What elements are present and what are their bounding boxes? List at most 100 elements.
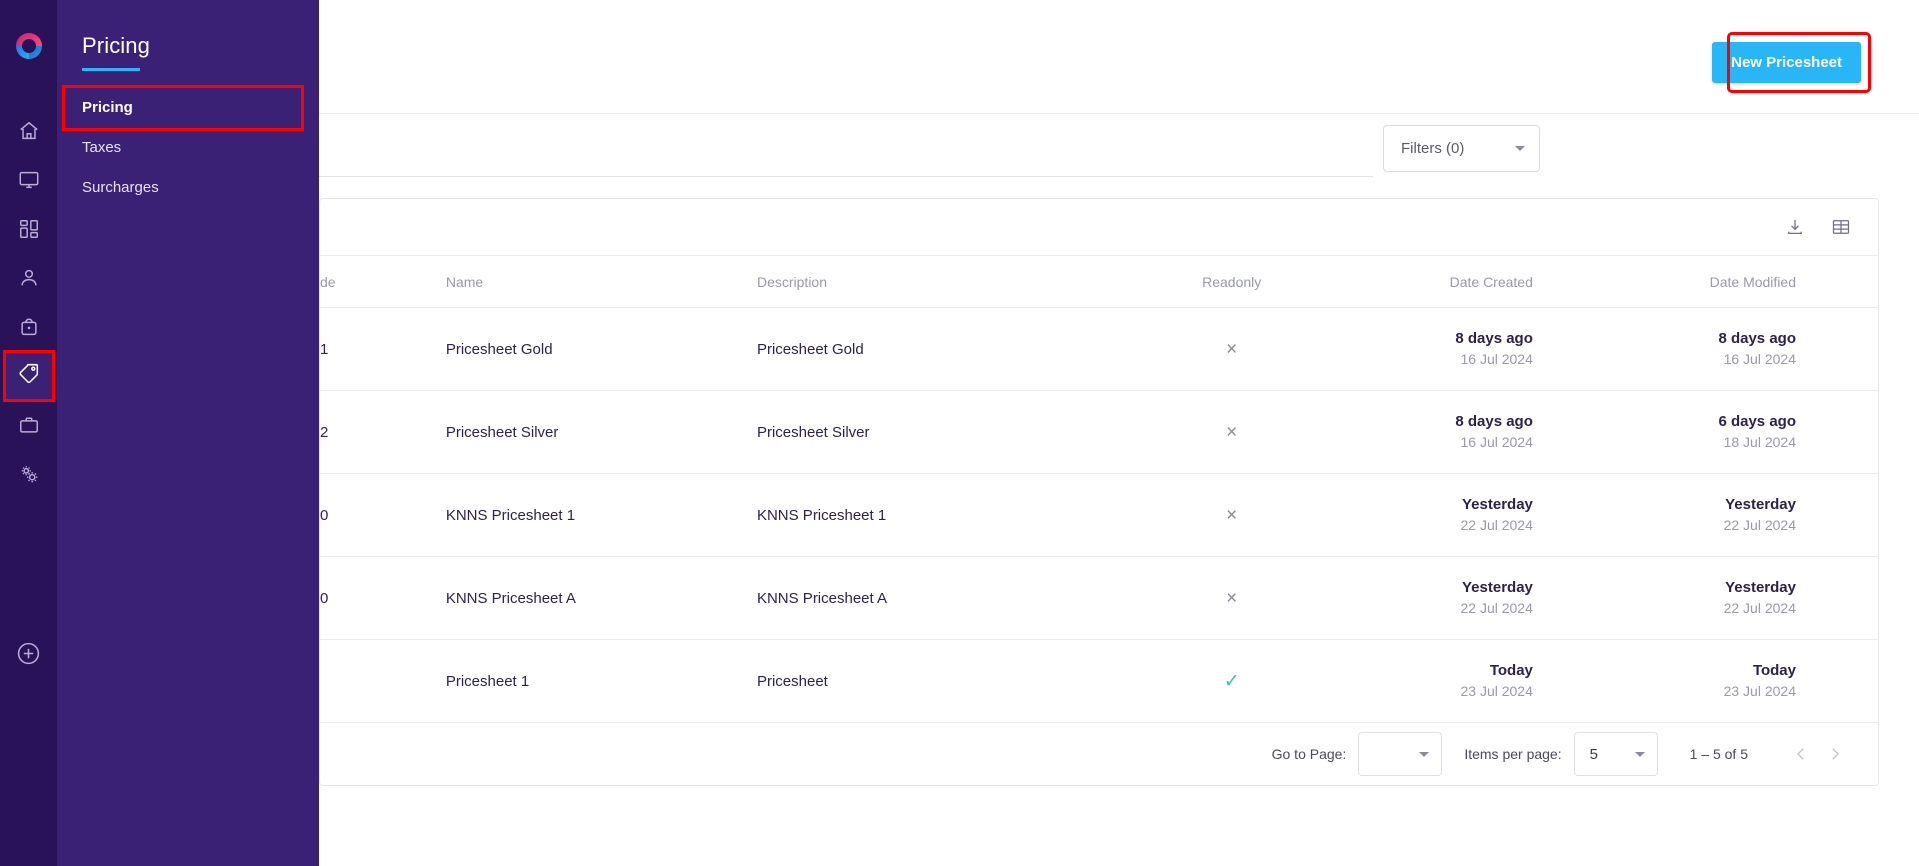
briefcase-icon[interactable] bbox=[5, 401, 53, 449]
pricing-drawer: Pricing Pricing Taxes Surcharges bbox=[57, 0, 319, 866]
gears-icon[interactable] bbox=[5, 450, 53, 498]
goto-page-select[interactable] bbox=[1358, 732, 1443, 776]
dashboard-icon[interactable] bbox=[5, 205, 53, 253]
table-row[interactable]: 0 KNNS Pricesheet 1 KNNS Pricesheet 1 × … bbox=[320, 473, 1878, 557]
cell-description: Pricesheet bbox=[756, 639, 1112, 723]
filters-label: Filters (0) bbox=[1401, 140, 1465, 157]
date-absolute: 22 Jul 2024 bbox=[1723, 517, 1796, 533]
table-row[interactable]: 2 Pricesheet Silver Pricesheet Silver × … bbox=[320, 390, 1878, 474]
cell-date-modified: 6 days ago 18 Jul 2024 bbox=[1614, 390, 1878, 474]
cell-date-modified: Yesterday 22 Jul 2024 bbox=[1614, 473, 1878, 557]
column-header-readonly[interactable]: Readonly bbox=[1111, 256, 1352, 308]
table-row[interactable]: 0 KNNS Pricesheet A KNNS Pricesheet A × … bbox=[320, 556, 1878, 640]
cell-code: 0 bbox=[320, 473, 446, 557]
cell-date-modified: Today 23 Jul 2024 bbox=[1614, 639, 1878, 723]
date-relative: Yesterday bbox=[1462, 496, 1533, 513]
pricesheet-table-card: de Name Description Readonly Date Create… bbox=[319, 198, 1879, 786]
new-pricesheet-highlight bbox=[1727, 32, 1871, 93]
drawer-title: Pricing bbox=[82, 33, 150, 58]
column-header-date-modified[interactable]: Date Modified bbox=[1614, 256, 1878, 308]
table-paginator: Go to Page: Items per page: 5 1 – 5 of 5 bbox=[320, 723, 1878, 785]
date-relative: 8 days ago bbox=[1455, 413, 1533, 430]
date-absolute: 22 Jul 2024 bbox=[1460, 600, 1533, 616]
brand-logo[interactable] bbox=[12, 29, 46, 63]
column-header-description[interactable]: Description bbox=[756, 256, 1112, 308]
search-input[interactable] bbox=[319, 131, 1373, 176]
date-relative: Yesterday bbox=[1462, 579, 1533, 596]
tag-icon bbox=[17, 362, 40, 390]
column-header-date-created[interactable]: Date Created bbox=[1351, 256, 1615, 308]
date-absolute: 23 Jul 2024 bbox=[1723, 683, 1796, 699]
cell-description: Pricesheet Silver bbox=[756, 390, 1112, 474]
cell-date-created: Yesterday 22 Jul 2024 bbox=[1351, 556, 1615, 640]
cell-date-modified: 8 days ago 16 Jul 2024 bbox=[1614, 307, 1878, 391]
date-absolute: 22 Jul 2024 bbox=[1460, 517, 1533, 533]
table-row[interactable]: Pricesheet 1 Pricesheet ✓ Today 23 Jul 2… bbox=[320, 639, 1878, 723]
rail-item-pricing[interactable] bbox=[2, 350, 55, 402]
grid-icon[interactable] bbox=[1830, 216, 1852, 238]
filter-bar: Filters (0) bbox=[319, 114, 1919, 199]
table-head: de Name Description Readonly Date Create… bbox=[320, 256, 1878, 308]
cell-date-created: 8 days ago 16 Jul 2024 bbox=[1351, 307, 1615, 391]
filters-dropdown[interactable]: Filters (0) bbox=[1383, 125, 1540, 172]
download-icon[interactable] bbox=[1784, 216, 1806, 238]
cross-icon: × bbox=[1226, 338, 1238, 360]
cell-code: 2 bbox=[320, 390, 446, 474]
cell-date-created: Yesterday 22 Jul 2024 bbox=[1351, 473, 1615, 557]
table-body: 1 Pricesheet Gold Pricesheet Gold × 8 da… bbox=[320, 307, 1878, 723]
items-per-page-value: 5 bbox=[1589, 745, 1598, 763]
cell-name: KNNS Pricesheet 1 bbox=[445, 473, 757, 557]
cell-code: 1 bbox=[320, 307, 446, 391]
date-absolute: 16 Jul 2024 bbox=[1723, 351, 1796, 367]
date-absolute: 22 Jul 2024 bbox=[1723, 600, 1796, 616]
cell-date-modified: Yesterday 22 Jul 2024 bbox=[1614, 556, 1878, 640]
items-per-page-label: Items per page: bbox=[1464, 746, 1562, 762]
monitor-icon[interactable] bbox=[5, 156, 53, 204]
cell-name: Pricesheet 1 bbox=[445, 639, 757, 723]
next-page-button[interactable] bbox=[1818, 737, 1852, 771]
cell-description: KNNS Pricesheet A bbox=[756, 556, 1112, 640]
date-absolute: 23 Jul 2024 bbox=[1460, 683, 1533, 699]
date-absolute: 16 Jul 2024 bbox=[1460, 351, 1533, 367]
column-header-name[interactable]: Name bbox=[445, 256, 757, 308]
previous-page-button[interactable] bbox=[1784, 737, 1818, 771]
date-relative: 8 days ago bbox=[1718, 330, 1796, 347]
check-icon: ✓ bbox=[1223, 670, 1240, 692]
date-relative: Today bbox=[1752, 662, 1796, 679]
chevron-down-icon bbox=[1419, 751, 1430, 757]
cell-code bbox=[320, 639, 446, 723]
cross-icon: × bbox=[1226, 587, 1238, 609]
drawer-item-taxes[interactable]: Taxes bbox=[57, 128, 319, 168]
pricesheet-table: de Name Description Readonly Date Create… bbox=[320, 256, 1878, 723]
date-relative: 6 days ago bbox=[1718, 413, 1796, 430]
date-relative: 8 days ago bbox=[1455, 330, 1533, 347]
cross-icon: × bbox=[1226, 504, 1238, 526]
table-row[interactable]: 1 Pricesheet Gold Pricesheet Gold × 8 da… bbox=[320, 307, 1878, 391]
person-icon[interactable] bbox=[5, 254, 53, 302]
icon-rail bbox=[0, 0, 57, 866]
cell-readonly: × bbox=[1111, 307, 1352, 391]
pagination-range: 1 – 5 of 5 bbox=[1689, 746, 1748, 762]
drawer-item-surcharges[interactable]: Surcharges bbox=[57, 168, 319, 208]
date-relative: Today bbox=[1489, 662, 1533, 679]
cell-readonly: × bbox=[1111, 390, 1352, 474]
drawer-title-underline bbox=[82, 68, 140, 71]
add-button[interactable] bbox=[12, 636, 46, 670]
cell-code: 0 bbox=[320, 556, 446, 640]
table-header-row: de Name Description Readonly Date Create… bbox=[320, 256, 1878, 308]
home-icon[interactable] bbox=[5, 107, 53, 155]
date-relative: Yesterday bbox=[1725, 579, 1796, 596]
column-header-code[interactable]: de bbox=[320, 256, 446, 308]
cell-description: Pricesheet Gold bbox=[756, 307, 1112, 391]
chevron-down-icon bbox=[1515, 146, 1525, 151]
bag-icon[interactable] bbox=[5, 303, 53, 351]
drawer-item-pricing[interactable]: Pricing bbox=[62, 85, 304, 131]
items-per-page-select[interactable]: 5 bbox=[1573, 732, 1658, 776]
cell-date-created: 8 days ago 16 Jul 2024 bbox=[1351, 390, 1615, 474]
page-topbar: New Pricesheet bbox=[319, 0, 1919, 114]
chevron-down-icon bbox=[1634, 751, 1645, 757]
cell-name: KNNS Pricesheet A bbox=[445, 556, 757, 640]
goto-page-label: Go to Page: bbox=[1271, 746, 1347, 762]
search-field[interactable] bbox=[319, 131, 1373, 177]
date-absolute: 16 Jul 2024 bbox=[1460, 434, 1533, 450]
